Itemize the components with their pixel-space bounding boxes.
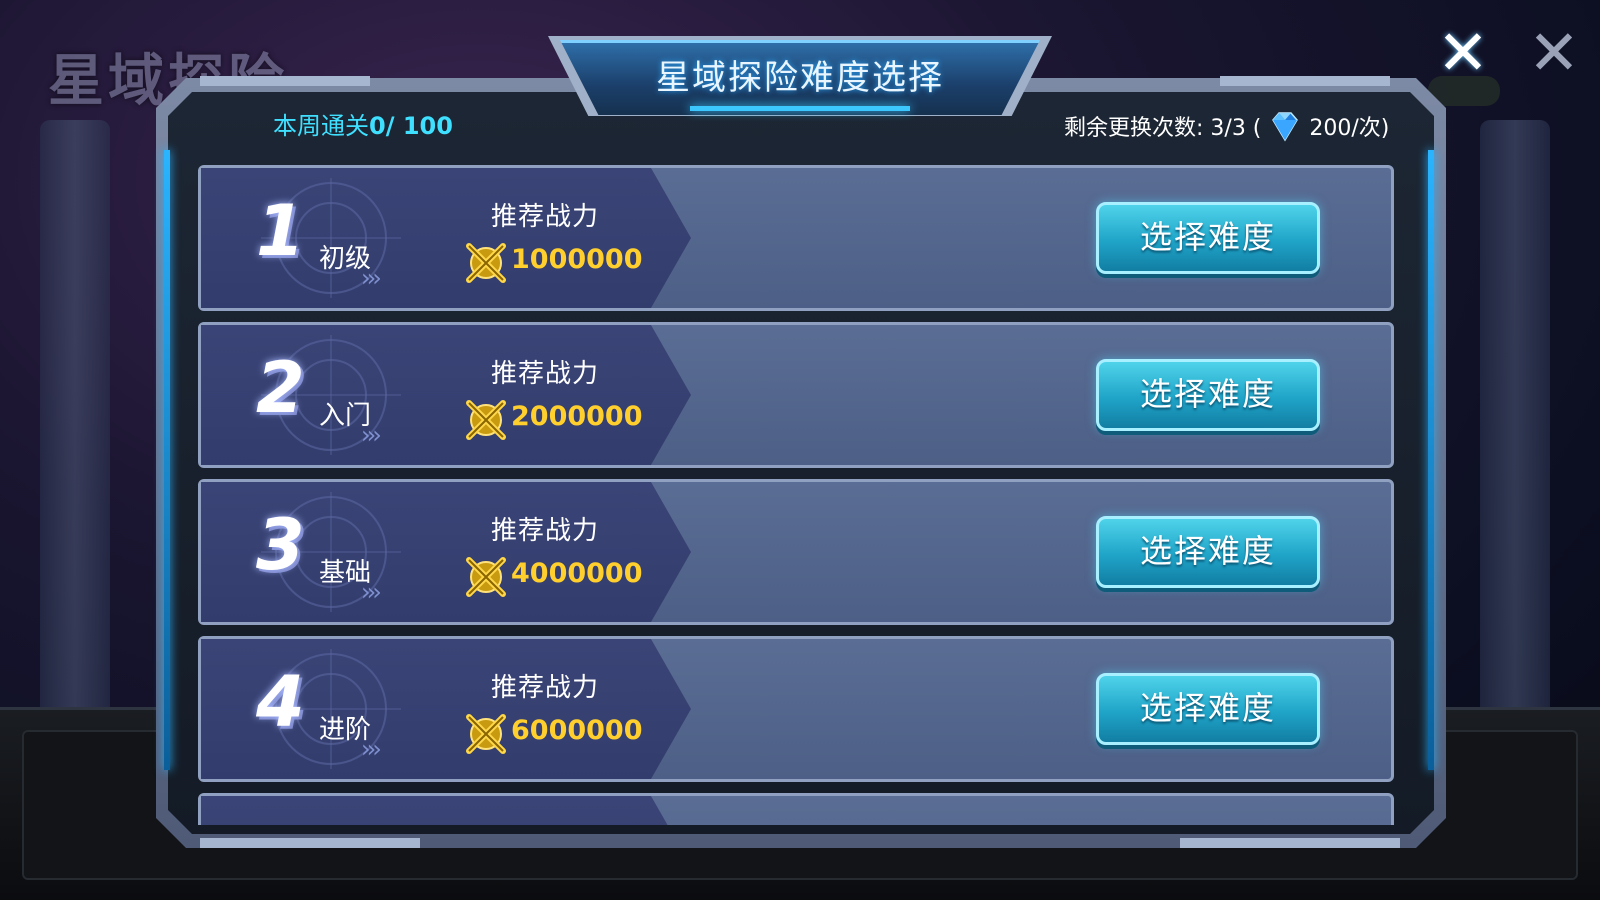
frame-top-left-bar [200, 76, 370, 86]
frame-bottom-left-bar [200, 838, 420, 848]
remaining-changes: 剩余更换次数: 3/3 ( 200/次) [1064, 108, 1389, 144]
crossed-swords-power-icon [466, 400, 506, 440]
dialog-right-glow [1428, 150, 1434, 770]
close-icon[interactable]: ✕ [1437, 22, 1489, 84]
weekly-clear-value: 0/ 100 [369, 112, 453, 140]
recommended-power-value: 6000000 [511, 715, 643, 746]
weekly-clear-counter: 本周通关0/ 100 [273, 106, 453, 141]
crossed-swords-power-icon [466, 714, 506, 754]
change-cost: 200/次) [1309, 116, 1390, 141]
dialog-left-glow [164, 150, 170, 770]
difficulty-row: 3 基础 ››› 推荐战力 4000000 选择难度 [198, 479, 1394, 625]
blue-diamond-icon [1272, 112, 1299, 142]
recommended-power-value: 2000000 [511, 401, 643, 432]
difficulty-row-partial [198, 793, 1394, 825]
recommended-power-label: 推荐战力 [491, 516, 600, 546]
select-difficulty-button[interactable]: 选择难度 [1096, 516, 1320, 588]
difficulty-number: 4 [256, 661, 305, 743]
chevron-arrows-icon: ››› [361, 421, 382, 449]
difficulty-number: 1 [256, 190, 305, 272]
difficulty-row: 4 进阶 ››› 推荐战力 6000000 选择难度 [198, 636, 1394, 782]
recommended-power-label: 推荐战力 [491, 673, 600, 703]
difficulty-row: 1 初级 ››› 推荐战力 1000000 选择难度 [198, 165, 1394, 311]
remaining-changes-label: 剩余更换次数: 3/3 ( [1064, 116, 1262, 141]
dialog-title: 星域探险难度选择 [656, 58, 944, 98]
chevron-arrows-icon: ››› [361, 264, 382, 292]
select-difficulty-button[interactable]: 选择难度 [1096, 359, 1320, 431]
background-right-pillar [1480, 120, 1550, 720]
crossed-swords-power-icon [466, 557, 506, 597]
difficulty-number: 2 [256, 347, 305, 429]
select-difficulty-button[interactable]: 选择难度 [1096, 673, 1320, 745]
difficulty-list[interactable]: 1 初级 ››› 推荐战力 1000000 选择难度 2 入门 ››› 推荐战力 [198, 165, 1398, 825]
crossed-swords-power-icon [466, 243, 506, 283]
recommended-power-value: 1000000 [511, 244, 643, 275]
chevron-arrows-icon: ››› [361, 578, 382, 606]
select-difficulty-button[interactable]: 选择难度 [1096, 202, 1320, 274]
background-close-icon: ✕ [1528, 16, 1580, 89]
weekly-clear-label: 本周通关 [273, 112, 369, 140]
frame-bottom-right-bar [1180, 838, 1400, 848]
background-left-pillar [40, 120, 110, 720]
difficulty-row-header [201, 796, 691, 825]
recommended-power-value: 4000000 [511, 558, 643, 589]
chevron-arrows-icon: ››› [361, 735, 382, 763]
title-underglow [690, 106, 910, 111]
difficulty-row: 2 入门 ››› 推荐战力 2000000 选择难度 [198, 322, 1394, 468]
difficulty-number: 3 [256, 504, 305, 586]
recommended-power-label: 推荐战力 [491, 359, 600, 389]
recommended-power-label: 推荐战力 [491, 202, 600, 232]
frame-top-right-bar [1220, 76, 1390, 86]
